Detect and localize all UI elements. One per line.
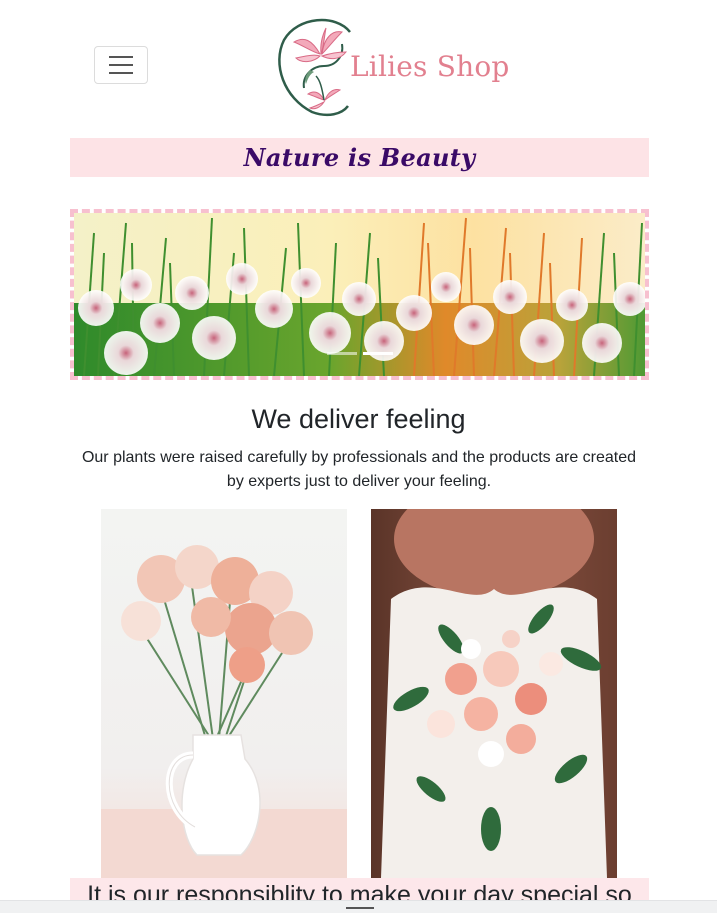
carousel-indicators [74,352,645,355]
gallery-image-carnations [101,509,347,878]
hamburger-menu-icon [109,56,133,74]
navbar-toggler-button[interactable] [94,46,148,84]
carnations-in-jug-photo [101,509,347,878]
browser-bottom-bar [0,900,717,913]
tagline-banner: Nature is Beauty [70,138,649,177]
scroll-handle-icon[interactable] [346,907,374,909]
brand-name: Lilies Shop [350,50,510,83]
carousel-indicator-2[interactable] [362,352,393,355]
section-heading: We deliver feeling [251,404,466,434]
carousel-indicator-1[interactable] [326,352,357,355]
hero-carousel[interactable] [70,209,649,380]
intro-text: Our plants were raised carefully by prof… [81,449,637,490]
gallery-image-bouquet [371,509,617,878]
bride-bouquet-photo [371,509,617,878]
brand-logo[interactable]: Lilies Shop [276,14,509,120]
